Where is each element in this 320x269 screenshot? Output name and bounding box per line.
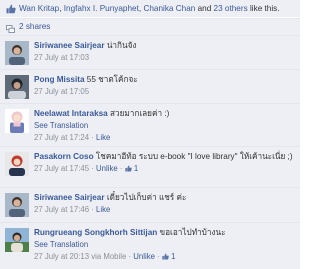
comment-feed: Wan Kritap, Ingfahx I. Punyaphet, Chanik…	[0, 0, 300, 269]
comment-timestamp[interactable]: 27 July at 17:45	[34, 164, 89, 173]
comment-item: Rungrueang Songkhorh Sittijan ขอเอาไปทำบ…	[0, 222, 300, 269]
comment-text: น่ากินจัง	[106, 41, 137, 50]
comment-meta: 27 July at 17:46 · Like	[34, 205, 111, 214]
comment-item: Pong Missita 55 ชาตโค้กจะ 27 July at 17:…	[0, 69, 300, 103]
comment-like-count[interactable]: 1	[171, 252, 175, 261]
thumbs-up-icon[interactable]	[162, 252, 169, 260]
liker-link[interactable]: Wan Kritap	[19, 4, 59, 13]
see-translation-link[interactable]: See Translation	[34, 120, 296, 131]
comment-text: 55 ชาตโค้กจะ	[86, 75, 138, 84]
comment-text: เดี๋ยวไปเก็บค่า แชร์ ค่ะ	[106, 193, 187, 202]
comment-timestamp[interactable]: 27 July at 17:24	[34, 133, 89, 142]
comment-like-count[interactable]: 1	[134, 164, 138, 173]
comment-body: Pong Missita 55 ชาตโค้กจะ 27 July at 17:…	[34, 74, 296, 97]
comment-author[interactable]: Rungrueang Songkhorh Sittijan	[34, 228, 157, 237]
comment-body: Siriwanee Sairjear เดี๋ยวไปเก็บค่า แชร์ …	[34, 192, 296, 215]
thumbs-up-icon	[6, 3, 16, 14]
comment-author[interactable]: Siriwanee Sairjear	[34, 41, 105, 50]
comment-like-link[interactable]: Like	[96, 205, 110, 214]
avatar[interactable]	[5, 152, 29, 176]
comment-meta: 27 July at 17:05	[34, 86, 296, 97]
thumbs-up-icon[interactable]	[124, 164, 132, 172]
comment-text: สวยมากเลยค่า :)	[110, 109, 170, 118]
comment-timestamp[interactable]: 27 July at 20:13 via Mobile	[34, 252, 126, 261]
comment-item: Siriwanee Sairjear น่ากินจัง 27 July at …	[0, 35, 300, 69]
comment-author[interactable]: Siriwanee Sairjear	[34, 193, 105, 202]
comment-item: Siriwanee Sairjear เดี๋ยวไปเก็บค่า แชร์ …	[0, 187, 300, 222]
comment-author[interactable]: Neelawat Intaraksa	[34, 109, 108, 118]
comment-timestamp[interactable]: 27 July at 17:05	[34, 87, 89, 96]
comment-timestamp[interactable]: 27 July at 17:46	[34, 205, 89, 214]
comment-unlike-link[interactable]: Unlike	[133, 252, 155, 261]
share-icon	[6, 23, 15, 33]
comment-author[interactable]: Pong Missita	[34, 75, 85, 84]
see-translation-link[interactable]: See Translation	[34, 239, 296, 250]
comment-author[interactable]: Pasakorn Coso	[34, 152, 94, 161]
avatar[interactable]	[5, 193, 29, 217]
shares-link[interactable]: 2 shares	[19, 19, 50, 35]
comment-text: ขอเอาไปทำบ้างนะ	[159, 228, 226, 237]
comment-item: Neelawat Intaraksa สวยมากเลยค่า :) See T…	[0, 103, 300, 146]
likes-others-link[interactable]: 23 others	[214, 4, 248, 13]
likes-text: Wan Kritap, Ingfahx I. Punyaphet, Chanik…	[19, 4, 280, 13]
comment-meta: 27 July at 17:45 · Unlike · 1	[34, 164, 139, 173]
comment-body: Pasakorn Coso โชคมาอีท้อ ระบบ e-book "I …	[34, 151, 296, 174]
comment-meta: 27 July at 20:13 via Mobile · Unlike · 1	[34, 252, 176, 261]
comment-meta: 27 July at 17:24 · Like	[34, 133, 111, 142]
avatar[interactable]	[5, 75, 29, 99]
avatar[interactable]	[5, 41, 29, 65]
liker-link[interactable]: Chanika Chan	[143, 4, 195, 13]
comment-timestamp[interactable]: 27 July at 17:03	[34, 53, 89, 62]
comment-text: โชคมาอีท้อ ระบบ e-book "I love library" …	[95, 152, 293, 161]
comment-meta: 27 July at 17:03	[34, 52, 296, 63]
comment-item: Pasakorn Coso โชคมาอีท้อ ระบบ e-book "I …	[0, 146, 300, 187]
likes-summary: Wan Kritap, Ingfahx I. Punyaphet, Chanik…	[0, 0, 300, 17]
liker-link[interactable]: Ingfahx I. Punyaphet	[64, 4, 139, 13]
comment-unlike-link[interactable]: Unlike	[96, 164, 118, 173]
avatar[interactable]	[5, 109, 29, 133]
comment-body: Rungrueang Songkhorh Sittijan ขอเอาไปทำบ…	[34, 227, 296, 262]
comment-body: Neelawat Intaraksa สวยมากเลยค่า :) See T…	[34, 108, 296, 143]
comment-body: Siriwanee Sairjear น่ากินจัง 27 July at …	[34, 40, 296, 63]
shares-summary: 2 shares	[0, 18, 300, 35]
comment-like-link[interactable]: Like	[96, 133, 110, 142]
avatar[interactable]	[5, 228, 29, 252]
